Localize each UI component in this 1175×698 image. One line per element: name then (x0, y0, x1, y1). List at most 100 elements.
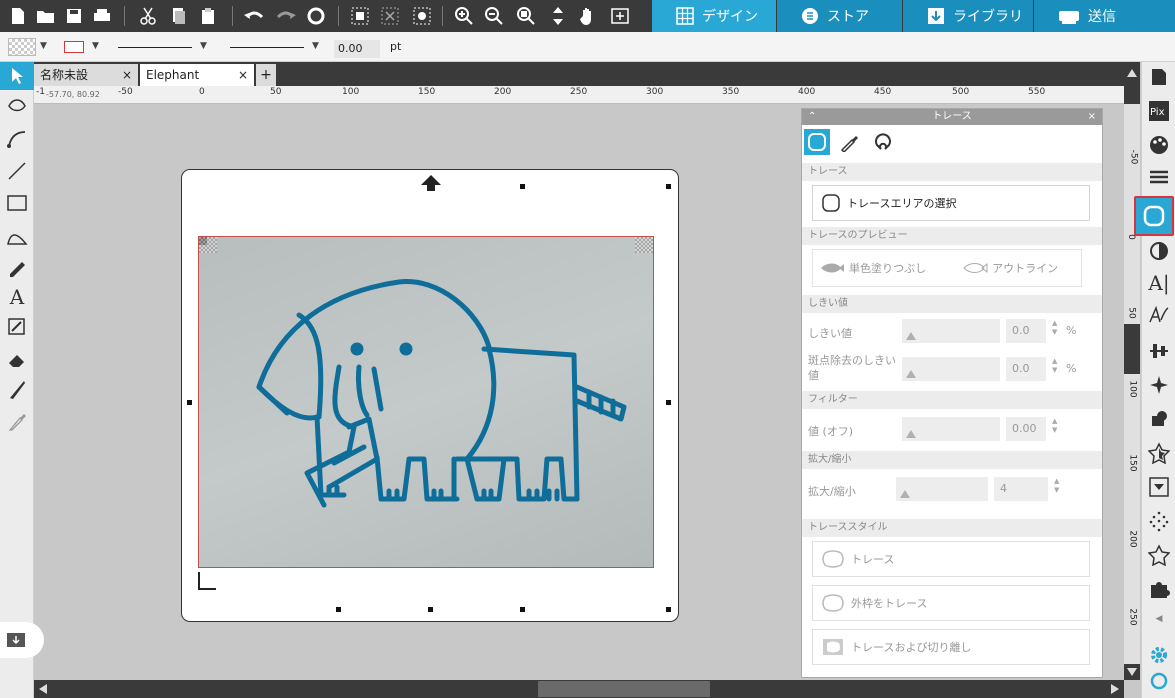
scroll-down-icon[interactable] (1126, 667, 1138, 677)
curve-icon (7, 131, 26, 148)
open-folder-icon[interactable] (34, 4, 58, 28)
trace-and-detach-button[interactable]: トレースおよび切り離し (812, 629, 1090, 665)
chevron-down-icon[interactable]: ▼ (92, 41, 99, 51)
trace-button[interactable]: トレース (812, 541, 1090, 577)
scroll-right-icon[interactable] (1110, 683, 1120, 695)
tab-store[interactable]: ストア (777, 0, 902, 32)
scale-slider[interactable] (896, 477, 988, 501)
transform-button[interactable] (1146, 372, 1172, 398)
modify-button[interactable] (1146, 440, 1172, 466)
undo-icon[interactable] (242, 4, 266, 28)
vertical-scroll-thumb[interactable] (1124, 324, 1140, 374)
half-circle-icon (1150, 242, 1168, 260)
cut-icon[interactable] (136, 4, 160, 28)
library-drawer-handle[interactable] (0, 622, 44, 658)
tab-library[interactable]: ライブラリ (903, 0, 1033, 32)
redo-icon[interactable] (274, 4, 298, 28)
offset-button[interactable] (1146, 474, 1172, 500)
text-to-path-button[interactable] (1146, 302, 1172, 328)
edit-points-tool[interactable] (4, 92, 30, 118)
copy-icon[interactable] (166, 4, 190, 28)
line-width-input[interactable]: 0.00 (334, 40, 380, 58)
zoom-out-icon[interactable] (482, 4, 506, 28)
horizontal-scroll-thumb[interactable] (538, 681, 710, 697)
pan-hand-icon[interactable] (576, 4, 600, 28)
select-trace-area-button[interactable]: トレースエリアの選択 (812, 185, 1090, 221)
knife-tool[interactable] (4, 126, 30, 152)
page-setup-button[interactable] (1146, 64, 1172, 90)
pixscan-tab[interactable] (836, 129, 862, 155)
knife-blade-tool[interactable] (4, 376, 30, 402)
fill-mono-option[interactable]: 単色塗りつぶし (819, 260, 926, 276)
despeckle-value[interactable]: 0.0 (1006, 357, 1046, 381)
replicate-icon[interactable] (304, 4, 328, 28)
pencil-tool[interactable] (4, 254, 30, 280)
chevron-down-icon[interactable]: ▼ (200, 41, 207, 51)
scroll-up-icon[interactable] (1126, 68, 1138, 78)
filter-slider[interactable] (902, 417, 1000, 441)
scale-value[interactable]: 4 (994, 477, 1048, 501)
doc-tab-elephant[interactable]: Elephant × (140, 64, 254, 86)
fill-color-button[interactable] (1146, 132, 1172, 158)
align-button[interactable] (1146, 338, 1172, 364)
close-icon[interactable]: × (122, 64, 132, 86)
fit-to-page-icon[interactable] (546, 4, 570, 28)
line-tool[interactable] (4, 158, 30, 184)
tab-send[interactable]: 送信 (1034, 0, 1175, 32)
add-tab-button[interactable]: + (256, 64, 276, 86)
doc-tab-untitled[interactable]: 名称未設定-1 × (34, 64, 138, 104)
threshold-value[interactable]: 0.0 (1006, 319, 1046, 343)
new-file-icon[interactable] (6, 4, 30, 28)
spinner-icon[interactable]: ▲ ▼ (1052, 357, 1057, 375)
star-button[interactable] (1146, 542, 1172, 568)
deselect-icon[interactable] (378, 4, 402, 28)
save-icon[interactable] (62, 4, 86, 28)
fit-window-icon[interactable] (608, 4, 632, 28)
trace-panel-button[interactable] (1134, 196, 1174, 236)
polygon-tool[interactable] (4, 222, 30, 248)
trace-tab[interactable] (804, 129, 830, 155)
eyedropper-tool[interactable] (4, 408, 30, 434)
close-icon[interactable]: × (238, 64, 248, 86)
paste-icon[interactable] (196, 4, 220, 28)
scroll-left-icon[interactable] (38, 683, 48, 695)
line-style-button[interactable] (1146, 164, 1172, 190)
trace-outer-edge-button[interactable]: 外枠をトレース (812, 585, 1090, 621)
puzzle-button[interactable] (1146, 576, 1172, 602)
replicate-button[interactable] (1146, 406, 1172, 432)
sketch-tool[interactable] (4, 314, 30, 340)
rectangle-tool[interactable] (4, 190, 30, 216)
spinner-icon[interactable]: ▲ ▼ (1052, 319, 1057, 337)
elephant-image[interactable] (198, 236, 654, 568)
select-all-icon[interactable] (348, 4, 372, 28)
print-icon[interactable] (90, 4, 114, 28)
sync-button[interactable] (1146, 668, 1172, 694)
collapse-panel-arrow[interactable]: ◀ (1146, 606, 1172, 632)
text-style-button[interactable]: A| (1146, 270, 1172, 296)
pixscan-button[interactable]: Pix (1146, 98, 1172, 124)
transparency-button[interactable] (1146, 238, 1172, 264)
select-by-color-icon[interactable] (410, 4, 434, 28)
spinner-icon[interactable]: ▲ ▼ (1054, 477, 1059, 495)
select-tool[interactable] (0, 62, 34, 90)
zoom-in-icon[interactable] (452, 4, 476, 28)
chevron-down-icon[interactable]: ▼ (312, 41, 319, 51)
line-color-swatch[interactable] (64, 41, 84, 53)
text-tool[interactable]: A (4, 284, 30, 310)
filter-value[interactable]: 0.00 (1006, 417, 1046, 441)
settings-button[interactable] (1146, 642, 1172, 668)
sketch-effect-button[interactable] (1146, 508, 1172, 534)
collapse-icon[interactable]: ⌃ (808, 109, 816, 125)
close-icon[interactable]: × (1088, 109, 1096, 125)
chevron-down-icon[interactable]: ▼ (40, 41, 47, 51)
zoom-selected-icon[interactable] (514, 4, 538, 28)
spinner-icon[interactable]: ▲ ▼ (1052, 417, 1057, 435)
magnet-tab[interactable] (868, 129, 898, 155)
eraser-tool[interactable] (4, 346, 30, 372)
fill-pattern-swatch[interactable] (8, 38, 36, 56)
outline-option[interactable]: アウトライン (962, 260, 1058, 276)
threshold-slider[interactable] (902, 319, 1000, 343)
despeckle-slider[interactable] (902, 357, 1000, 381)
tab-design[interactable]: デザイン (652, 0, 776, 32)
horizontal-scrollbar[interactable] (34, 680, 1124, 698)
